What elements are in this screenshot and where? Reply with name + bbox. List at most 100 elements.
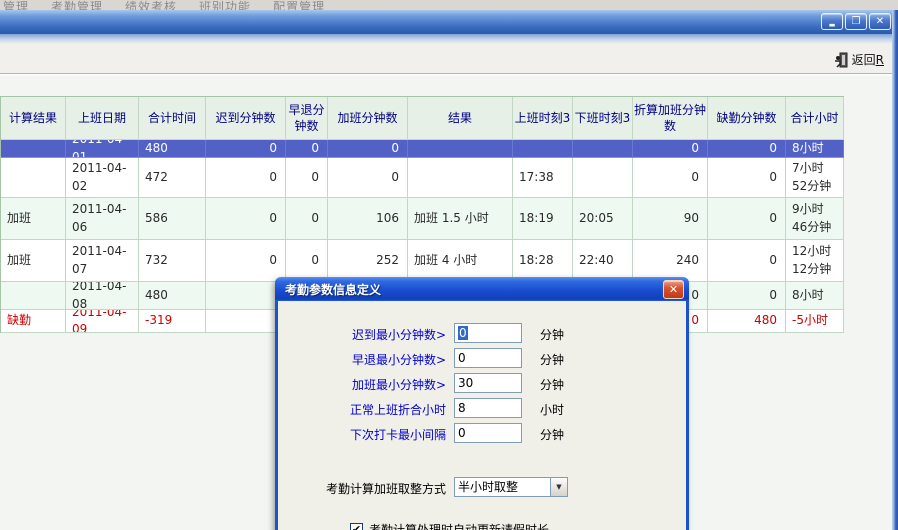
maximize-icon[interactable]: ❐ — [845, 13, 867, 30]
table-cell: 480 — [708, 310, 786, 333]
table-cell — [573, 158, 633, 198]
back-button[interactable]: 返回R — [830, 49, 890, 70]
table-cell: -5小时 — [786, 310, 844, 333]
table-cell — [1, 158, 66, 198]
table-cell: 0 — [206, 198, 286, 240]
table-cell: 加班 — [1, 198, 66, 240]
table-cell — [206, 282, 286, 310]
column-header[interactable]: 折算加班分钟数 — [633, 97, 708, 140]
window-title-bar — [0, 10, 898, 34]
table-cell: 0 — [633, 158, 708, 198]
attendance-params-dialog: 考勤参数信息定义 ✕ 下次打卡最小间隔0分钟正常上班折合小时8小时加班最小分钟数… — [275, 277, 689, 530]
table-row[interactable]: 2011-04-0247200017:38007小时52分钟 — [1, 158, 844, 198]
field-unit: 分钟 — [540, 326, 564, 343]
back-button-label: 返回R — [852, 51, 884, 68]
field-input[interactable]: 0 — [454, 348, 522, 368]
table-cell: 0 — [286, 158, 328, 198]
chevron-down-icon[interactable]: ▼ — [550, 478, 567, 496]
table-cell: 0 — [206, 140, 286, 158]
table-cell — [408, 158, 513, 198]
menu-item-0[interactable]: 管理 — [3, 0, 29, 10]
table-cell: 0 — [708, 198, 786, 240]
menu-item-3[interactable]: 班别功能 — [199, 0, 251, 10]
table-cell: 0 — [286, 240, 328, 282]
column-header[interactable]: 下班时刻3 — [573, 97, 633, 140]
dialog-field-row: 正常上班折合小时8小时 — [278, 398, 686, 418]
table-cell: 8小时 — [786, 282, 844, 310]
table-cell: 0 — [286, 140, 328, 158]
table-cell: 480 — [139, 140, 206, 158]
table-cell: 2011-04-07 — [66, 240, 139, 282]
column-header[interactable]: 缺勤分钟数 — [708, 97, 786, 140]
field-input[interactable]: 0 — [454, 323, 522, 343]
table-cell: 0 — [708, 282, 786, 310]
field-label: 加班最小分钟数> — [278, 376, 446, 393]
field-unit: 分钟 — [540, 376, 564, 393]
table-cell: 7小时52分钟 — [786, 158, 844, 198]
table-cell: 22:40 — [573, 240, 633, 282]
table-cell: 0 — [708, 158, 786, 198]
field-input[interactable]: 8 — [454, 398, 522, 418]
minimize-icon[interactable]: ▬ — [821, 13, 843, 30]
table-cell: 缺勤 — [1, 310, 66, 333]
menu-item-1[interactable]: 考勤管理 — [51, 0, 103, 10]
field-input[interactable]: 30 — [454, 373, 522, 393]
column-header[interactable]: 上班日期 — [66, 97, 139, 140]
dialog-field-row: 早退最小分钟数>0分钟 — [278, 348, 686, 368]
table-cell: 0 — [206, 158, 286, 198]
column-header[interactable]: 结果 — [408, 97, 513, 140]
table-cell — [1, 282, 66, 310]
table-cell: 2011-04-02 — [66, 158, 139, 198]
column-header[interactable]: 加班分钟数 — [328, 97, 408, 140]
column-header[interactable]: 计算结果 — [1, 97, 66, 140]
attendance-app-window: 管理 考勤管理 绩效考核 班别功能 配置管理 ▬ ❐ ✕ 返回R 计算结果上班日期合计时… — [0, 0, 898, 530]
column-header[interactable]: 迟到分钟数 — [206, 97, 286, 140]
table-cell: 252 — [328, 240, 408, 282]
dialog-title-bar[interactable]: 考勤参数信息定义 ✕ — [275, 277, 689, 301]
table-cell: 0 — [328, 140, 408, 158]
menu-item-4[interactable]: 配置管理 — [273, 0, 325, 10]
menu-item-2[interactable]: 绩效考核 — [125, 0, 177, 10]
table-cell: 加班 4 小时 — [408, 240, 513, 282]
window-controls: ▬ ❐ ✕ — [821, 13, 891, 30]
field-unit: 小时 — [540, 401, 564, 418]
field-input[interactable]: 0 — [454, 423, 522, 443]
checkbox-checked-icon[interactable]: ✔ — [350, 523, 363, 530]
dialog-field-row: 下次打卡最小间隔0分钟 — [278, 423, 686, 443]
table-cell: 106 — [328, 198, 408, 240]
column-header[interactable]: 合计小时 — [786, 97, 844, 140]
dialog-field-row: 迟到最小分钟数>0分钟 — [278, 323, 686, 343]
table-row[interactable]: 加班2011-04-0773200252加班 4 小时18:2822:40240… — [1, 240, 844, 282]
table-cell: 17:38 — [513, 158, 573, 198]
table-row[interactable]: 2011-04-01480000008小时 — [1, 140, 844, 158]
table-cell — [513, 140, 573, 158]
column-header[interactable]: 上班时刻3 — [513, 97, 573, 140]
rounding-mode-select[interactable]: 半小时取整 ▼ — [454, 477, 568, 497]
field-unit: 分钟 — [540, 426, 564, 443]
dialog-field-row: 加班最小分钟数> 30 分钟 — [278, 373, 686, 393]
dialog-title: 考勤参数信息定义 — [285, 281, 663, 298]
table-cell: 2011-04-09 — [66, 310, 139, 333]
table-cell: 240 — [633, 240, 708, 282]
table-cell: 8小时 — [786, 140, 844, 158]
table-cell — [573, 140, 633, 158]
toolbar: 返回R — [0, 44, 898, 74]
table-cell: 12小时12分钟 — [786, 240, 844, 282]
rounding-mode-value: 半小时取整 — [455, 478, 550, 496]
close-icon[interactable]: ✕ — [869, 13, 891, 30]
table-cell: 0 — [708, 240, 786, 282]
menu-bar: 管理 考勤管理 绩效考核 班别功能 配置管理 — [0, 0, 898, 10]
auto-update-leave-row[interactable]: ✔ 考勤计算处理时自动更新请假时长 — [350, 521, 549, 530]
table-cell: 0 — [708, 140, 786, 158]
column-header[interactable]: 早退分钟数 — [286, 97, 328, 140]
table-row[interactable]: 加班2011-04-0658600106加班 1.5 小时18:1920:059… — [1, 198, 844, 240]
title-bar-fade — [0, 34, 898, 44]
field-label: 早退最小分钟数> — [278, 351, 446, 368]
dialog-close-icon[interactable]: ✕ — [663, 280, 684, 299]
table-cell: 2011-04-08 — [66, 282, 139, 310]
column-header[interactable]: 合计时间 — [139, 97, 206, 140]
table-cell: 加班 — [1, 240, 66, 282]
table-cell — [1, 140, 66, 158]
table-header-row: 计算结果上班日期合计时间迟到分钟数早退分钟数加班分钟数结果上班时刻3下班时刻3折… — [1, 97, 844, 140]
table-cell — [206, 310, 286, 333]
